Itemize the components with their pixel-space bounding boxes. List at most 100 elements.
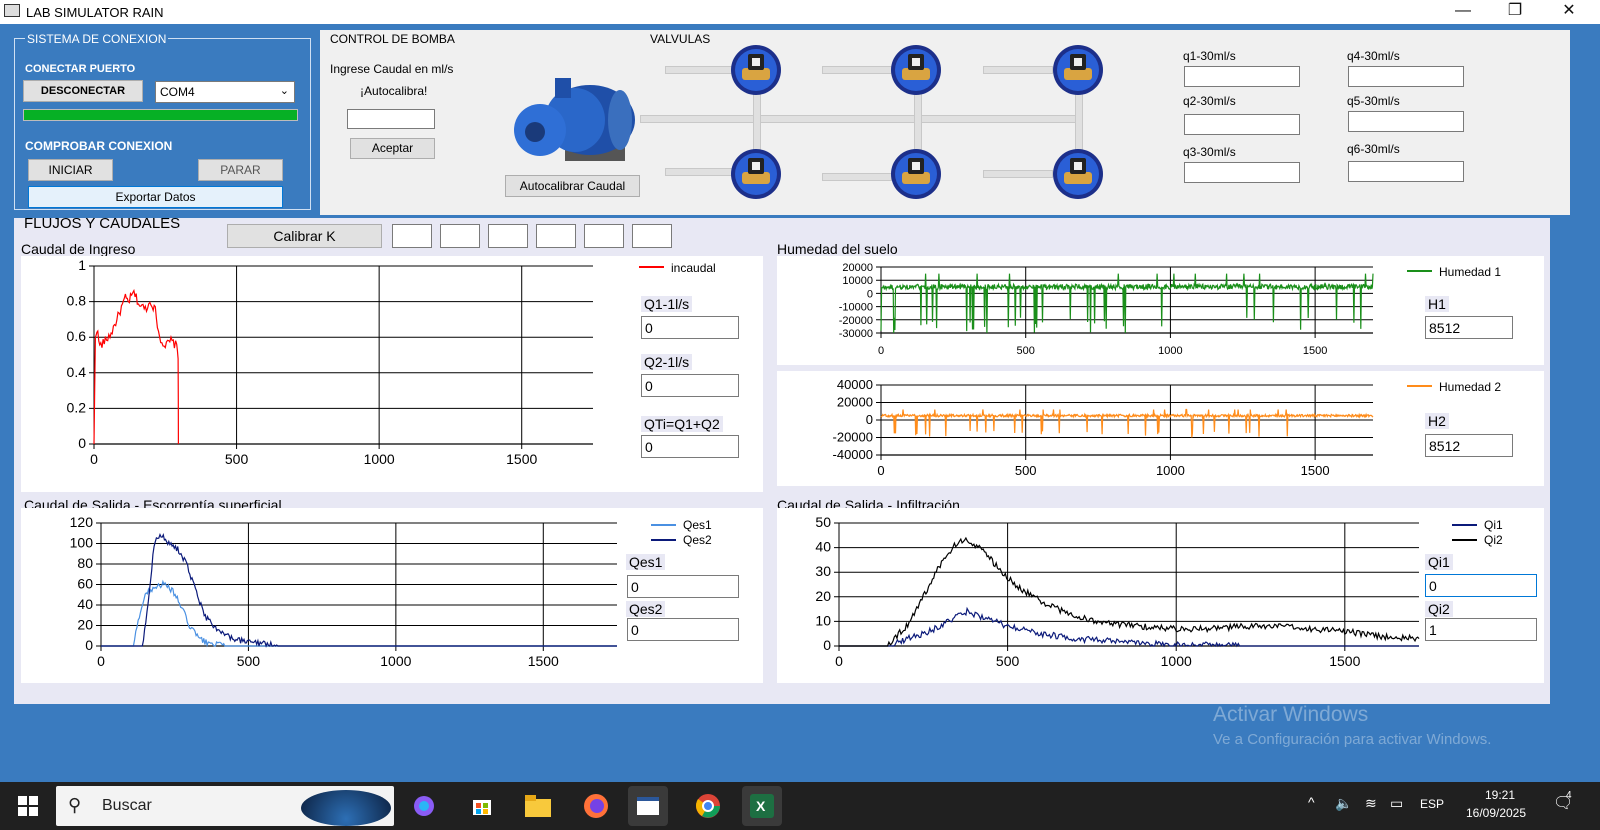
valve-5-icon[interactable] bbox=[890, 148, 942, 200]
autocalibrar-caudal-button[interactable]: Autocalibrar Caudal bbox=[505, 175, 640, 197]
q6-input[interactable] bbox=[1348, 161, 1464, 182]
y-tick-label: 20 bbox=[77, 617, 93, 633]
x-tick-label: 0 bbox=[90, 451, 98, 467]
exportar-datos-button[interactable]: Exportar Datos bbox=[28, 186, 283, 208]
q1-input[interactable] bbox=[1184, 66, 1300, 87]
chevron-up-icon[interactable]: ^ bbox=[1308, 794, 1315, 810]
chevron-down-icon: ⌄ bbox=[279, 85, 289, 97]
pipe-v1 bbox=[665, 66, 735, 74]
y-tick-label: -40000 bbox=[833, 447, 873, 462]
valve-1-icon[interactable] bbox=[730, 44, 782, 96]
k-input-4[interactable] bbox=[536, 224, 576, 248]
y-tick-label: 0.4 bbox=[67, 364, 87, 380]
qt-flow-input[interactable] bbox=[641, 435, 739, 458]
qes2-label: Qes2 bbox=[626, 601, 666, 617]
y-tick-label: -20000 bbox=[833, 430, 873, 445]
restore-button[interactable]: ❐ bbox=[1492, 0, 1538, 24]
escorrentia-chart: 0 20 40 60 80 100 120 0 500 1000 1500 bbox=[70, 514, 617, 669]
q5-label: q5-30ml/s bbox=[1347, 94, 1400, 108]
clock-date[interactable]: 16/09/2025 bbox=[1456, 806, 1536, 820]
aceptar-button[interactable]: Aceptar bbox=[350, 138, 435, 159]
caudal-input[interactable] bbox=[347, 109, 435, 129]
y-tick-label: 80 bbox=[77, 555, 93, 571]
taskbar-search-box[interactable]: ⚲ Buscar bbox=[56, 786, 394, 826]
minimize-button[interactable]: — bbox=[1440, 0, 1486, 24]
qi1-legend-swatch bbox=[1452, 524, 1477, 526]
pipe-v5 bbox=[822, 173, 892, 181]
q5-input[interactable] bbox=[1348, 111, 1464, 132]
pump-image bbox=[505, 60, 640, 180]
qi2-legend: Qi2 bbox=[1484, 533, 1503, 547]
k-input-6[interactable] bbox=[632, 224, 672, 248]
chrome-icon[interactable] bbox=[688, 786, 728, 826]
close-button[interactable]: ✕ bbox=[1546, 0, 1592, 24]
series-humedad-1-line bbox=[880, 273, 1374, 334]
k-input-3[interactable] bbox=[488, 224, 528, 248]
x-tick-label: 1500 bbox=[1303, 345, 1327, 357]
iniciar-button[interactable]: INICIAR bbox=[28, 159, 113, 181]
app-icon bbox=[4, 4, 20, 17]
valve-3-icon[interactable] bbox=[1052, 44, 1104, 96]
qt-flow-label: QTi=Q1+Q2 bbox=[641, 416, 723, 432]
qi2-legend-swatch bbox=[1452, 539, 1477, 541]
humedad2-chart-area: -40000 -20000 0 20000 40000 0 500 1000 1500 Hume… bbox=[777, 371, 1544, 486]
qes1-input[interactable] bbox=[627, 575, 739, 598]
q4-input[interactable] bbox=[1348, 66, 1464, 87]
qi2-input[interactable] bbox=[1425, 618, 1537, 641]
q3-input[interactable] bbox=[1184, 162, 1300, 183]
desconectar-button[interactable]: DESCONECTAR bbox=[23, 80, 143, 102]
q2-flow-input[interactable] bbox=[641, 374, 739, 397]
file-explorer-icon[interactable] bbox=[518, 786, 558, 826]
battery-icon[interactable]: ▭ bbox=[1390, 795, 1403, 812]
valve-4-icon[interactable] bbox=[730, 148, 782, 200]
humedad1-chart-area: -30000 -20000 -10000 0 10000 20000 0 500 1000 150… bbox=[777, 256, 1544, 365]
q1-flow-label: Q1-1l/s bbox=[641, 296, 693, 312]
h1-input[interactable] bbox=[1425, 316, 1513, 339]
ingreso-title: Caudal de Ingreso bbox=[21, 241, 136, 257]
parar-button[interactable]: PARAR bbox=[198, 159, 283, 181]
window-title: LAB SIMULATOR RAIN bbox=[26, 5, 164, 20]
k-input-5[interactable] bbox=[584, 224, 624, 248]
y-tick-label: 0 bbox=[823, 637, 831, 653]
valve-2-icon[interactable] bbox=[890, 44, 942, 96]
language-indicator[interactable]: ESP bbox=[1420, 797, 1444, 811]
wifi-icon[interactable]: ≋ bbox=[1365, 795, 1377, 812]
qi1-input[interactable] bbox=[1425, 574, 1537, 597]
clock-time[interactable]: 19:21 bbox=[1470, 788, 1530, 802]
lab-simulator-app-icon[interactable] bbox=[628, 786, 668, 826]
valve-6-icon[interactable] bbox=[1052, 148, 1104, 200]
port-select-value: COM4 bbox=[160, 85, 195, 99]
port-select[interactable]: COM4 ⌄ bbox=[155, 81, 295, 103]
ingreso-chart-area: 0 0.2 0.4 0.6 0.8 1 0 500 1000 1500 incaudal Q1-1… bbox=[21, 256, 763, 492]
q4-label: q4-30ml/s bbox=[1347, 49, 1400, 63]
k-input-1[interactable] bbox=[392, 224, 432, 248]
valvulas-group-title: VALVULAS bbox=[650, 32, 711, 46]
x-tick-label: 1000 bbox=[1156, 463, 1185, 478]
firefox-icon[interactable] bbox=[576, 786, 616, 826]
y-tick-label: 0.2 bbox=[67, 399, 87, 415]
qes2-input[interactable] bbox=[627, 618, 739, 641]
copilot-icon[interactable] bbox=[404, 786, 444, 826]
h2-input[interactable] bbox=[1425, 434, 1513, 457]
q2-input[interactable] bbox=[1184, 114, 1300, 135]
humedad2-legend: Humedad 2 bbox=[1439, 380, 1502, 394]
h1-label: H1 bbox=[1425, 296, 1449, 312]
x-tick-label: 1000 bbox=[364, 451, 395, 467]
qi2-label: Qi2 bbox=[1425, 601, 1453, 617]
windows-start-icon[interactable] bbox=[18, 796, 38, 816]
k-input-2[interactable] bbox=[440, 224, 480, 248]
x-tick-label: 500 bbox=[1017, 345, 1035, 357]
sistema-conexion-group: SISTEMA DE CONEXION CONECTAR PUERTO DESC… bbox=[14, 32, 311, 210]
excel-icon[interactable]: X bbox=[742, 786, 782, 826]
top-panel: CONTROL DE BOMBA Ingrese Caudal en ml/s … bbox=[320, 30, 1570, 215]
speaker-icon[interactable]: 🔈 bbox=[1335, 795, 1352, 812]
calibrar-k-button[interactable]: Calibrar K bbox=[227, 224, 382, 248]
window-titlebar: LAB SIMULATOR RAIN — ❐ ✕ bbox=[0, 0, 1600, 24]
qes1-legend: Qes1 bbox=[683, 518, 712, 532]
y-tick-label: -10000 bbox=[839, 302, 873, 314]
y-tick-label: 0 bbox=[85, 637, 93, 653]
x-tick-label: 0 bbox=[835, 653, 843, 669]
connection-progress bbox=[23, 109, 298, 121]
store-icon[interactable] bbox=[462, 786, 502, 826]
q1-flow-input[interactable] bbox=[641, 316, 739, 339]
